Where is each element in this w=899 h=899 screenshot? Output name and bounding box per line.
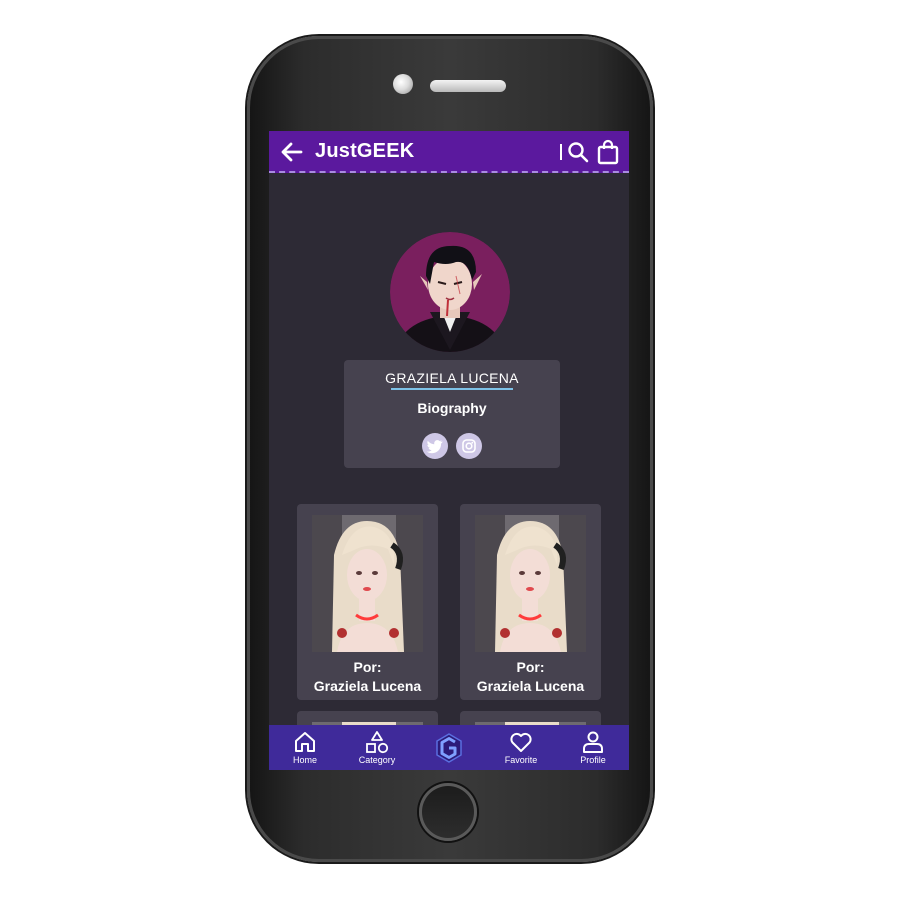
shopping-bag-icon[interactable] (596, 139, 620, 165)
nav-favorite-label: Favorite (504, 755, 538, 765)
nav-profile-label: Profile (580, 755, 606, 765)
app-screen: JustGEEK GRAZIELA LUCENA Biography Por: … (269, 131, 629, 770)
artwork-by-label: Por: (516, 659, 545, 675)
twitter-icon (426, 440, 443, 454)
profile-card: GRAZIELA LUCENA Biography (344, 360, 560, 468)
profile-avatar (390, 232, 510, 352)
heart-icon (510, 732, 532, 752)
artwork-by-label: Por: (353, 659, 382, 675)
nav-app-logo[interactable] (419, 725, 479, 770)
app-brand-title: JustGEEK (315, 140, 415, 162)
bottom-navigation: Home Category Favorite Profile (269, 725, 629, 770)
instagram-icon (462, 439, 476, 453)
artwork-author: Graziela Lucena (476, 678, 585, 694)
back-arrow-icon[interactable] (279, 139, 305, 165)
user-icon (583, 731, 603, 753)
artwork-card[interactable]: Por: Graziela Lucena (460, 504, 601, 700)
nav-home-label: Home (292, 755, 317, 765)
app-logo-icon (436, 733, 462, 763)
artwork-thumbnail (312, 515, 423, 652)
instagram-button[interactable] (456, 433, 482, 459)
nav-category-label: Category (358, 755, 396, 765)
profile-name: GRAZIELA LUCENA (385, 370, 519, 386)
artwork-thumbnail (475, 515, 586, 652)
artwork-author: Graziela Lucena (313, 678, 422, 694)
twitter-button[interactable] (422, 433, 448, 459)
search-icon[interactable] (567, 141, 589, 163)
header-divider (560, 144, 562, 160)
phone-speaker (430, 80, 506, 92)
category-icon (366, 731, 389, 754)
phone-camera (393, 74, 413, 94)
nav-home[interactable]: Home (275, 725, 335, 770)
nav-category[interactable]: Category (347, 725, 407, 770)
home-icon (295, 732, 315, 752)
name-underline (391, 388, 513, 390)
nav-favorite[interactable]: Favorite (491, 725, 551, 770)
biography-link[interactable]: Biography (344, 400, 560, 416)
artwork-card[interactable]: Por: Graziela Lucena (297, 504, 438, 700)
phone-home-button[interactable] (419, 783, 477, 841)
top-app-bar: JustGEEK (269, 131, 629, 173)
nav-profile[interactable]: Profile (563, 725, 623, 770)
